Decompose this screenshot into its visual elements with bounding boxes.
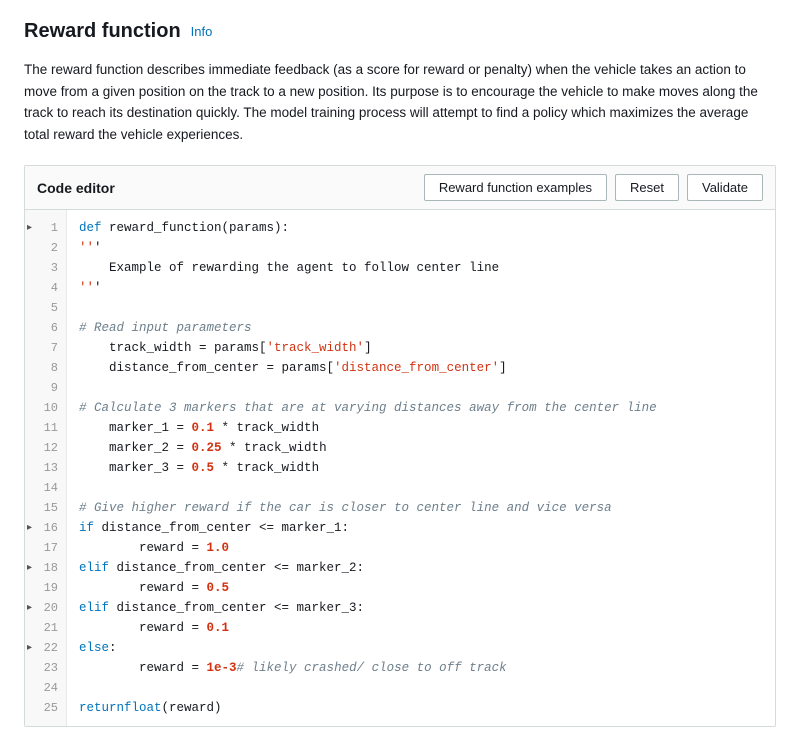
line-number: 15 (25, 498, 66, 518)
code-line: ''' (79, 278, 763, 298)
line-number: 7 (25, 338, 66, 358)
line-number: 21 (25, 618, 66, 638)
code-line: # Give higher reward if the car is close… (79, 498, 763, 518)
line-number: 4 (25, 278, 66, 298)
code-content[interactable]: def reward_function(params): ''' Example… (67, 210, 775, 726)
editor-label: Code editor (37, 180, 115, 196)
code-line: marker_3 = 0.5 * track_width (79, 458, 763, 478)
code-line: # Read input parameters (79, 318, 763, 338)
reward-examples-button[interactable]: Reward function examples (424, 174, 607, 201)
code-line: return float(reward) (79, 698, 763, 718)
line-number: 22 (25, 638, 66, 658)
code-line: track_width = params['track_width'] (79, 338, 763, 358)
line-number: 11 (25, 418, 66, 438)
line-number: 25 (25, 698, 66, 718)
code-line: else: (79, 638, 763, 658)
line-number: 19 (25, 578, 66, 598)
page-header: Reward function Info (24, 20, 776, 43)
code-line: marker_1 = 0.1 * track_width (79, 418, 763, 438)
editor-section: Code editor Reward function examples Res… (24, 165, 776, 727)
line-number: 12 (25, 438, 66, 458)
code-editor[interactable]: 1234567891011121314151617181920212223242… (25, 210, 775, 726)
code-line: elif distance_from_center <= marker_3: (79, 598, 763, 618)
line-number: 17 (25, 538, 66, 558)
line-number: 1 (25, 218, 66, 238)
line-number: 18 (25, 558, 66, 578)
line-number: 20 (25, 598, 66, 618)
code-line: # Calculate 3 markers that are at varyin… (79, 398, 763, 418)
code-line: reward = 1e-3 # likely crashed/ close to… (79, 658, 763, 678)
code-line (79, 478, 763, 498)
description: The reward function describes immediate … (24, 59, 776, 145)
line-number: 10 (25, 398, 66, 418)
code-line: elif distance_from_center <= marker_2: (79, 558, 763, 578)
line-number: 14 (25, 478, 66, 498)
reset-button[interactable]: Reset (615, 174, 679, 201)
code-lines: 1234567891011121314151617181920212223242… (25, 210, 775, 726)
code-line: reward = 0.1 (79, 618, 763, 638)
page-title: Reward function (24, 20, 181, 43)
code-line: Example of rewarding the agent to follow… (79, 258, 763, 278)
line-number: 5 (25, 298, 66, 318)
line-number: 8 (25, 358, 66, 378)
line-number: 23 (25, 658, 66, 678)
line-number: 13 (25, 458, 66, 478)
code-line: reward = 1.0 (79, 538, 763, 558)
code-line: distance_from_center = params['distance_… (79, 358, 763, 378)
editor-toolbar: Code editor Reward function examples Res… (25, 166, 775, 210)
line-numbers: 1234567891011121314151617181920212223242… (25, 210, 67, 726)
line-number: 6 (25, 318, 66, 338)
line-number: 9 (25, 378, 66, 398)
validate-button[interactable]: Validate (687, 174, 763, 201)
code-line (79, 378, 763, 398)
line-number: 3 (25, 258, 66, 278)
code-line: if distance_from_center <= marker_1: (79, 518, 763, 538)
code-line (79, 678, 763, 698)
line-number: 24 (25, 678, 66, 698)
code-line: ''' (79, 238, 763, 258)
toolbar-buttons: Reward function examples Reset Validate (424, 174, 763, 201)
line-number: 2 (25, 238, 66, 258)
code-line: reward = 0.5 (79, 578, 763, 598)
code-line: def reward_function(params): (79, 218, 763, 238)
code-line (79, 298, 763, 318)
line-number: 16 (25, 518, 66, 538)
info-link[interactable]: Info (191, 24, 213, 39)
code-line: marker_2 = 0.25 * track_width (79, 438, 763, 458)
